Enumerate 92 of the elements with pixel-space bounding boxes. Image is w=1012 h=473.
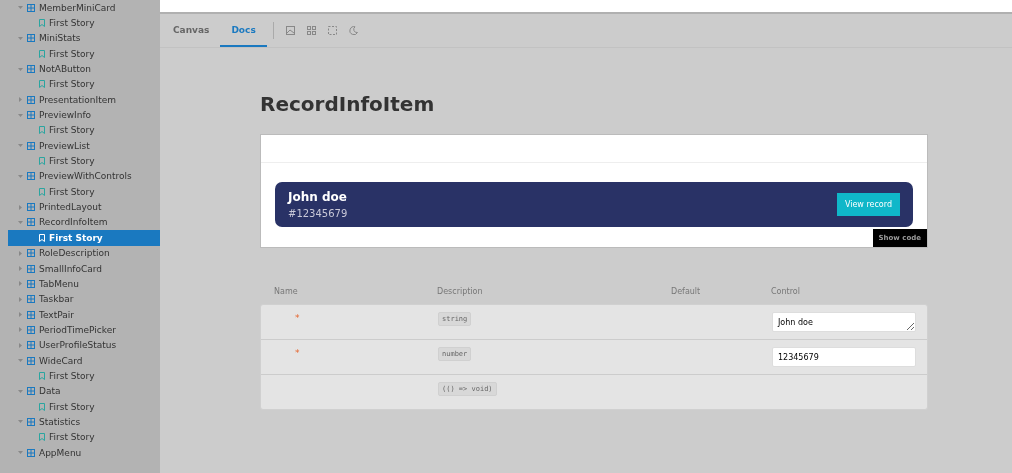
component-icon [27, 448, 35, 457]
story-item[interactable]: First Story [8, 398, 160, 415]
record-number: #12345679 [288, 208, 348, 219]
text-area[interactable]: John doe [772, 312, 916, 332]
tree-item[interactable]: PreviewList [8, 138, 160, 154]
caret-icon [18, 250, 23, 256]
caret-icon [18, 419, 23, 425]
column-header: Name [274, 286, 299, 296]
story-item[interactable]: First Story [8, 122, 160, 139]
tree-item[interactable]: PresentationItem [8, 92, 160, 108]
column-header: Control [771, 286, 801, 296]
component-icon [27, 310, 35, 319]
component-icon [27, 356, 35, 365]
component-icon [27, 95, 35, 104]
tree-item[interactable]: SmallInfoCard [8, 260, 160, 277]
bookmark-icon [39, 49, 45, 58]
story-item[interactable]: First Story [8, 46, 160, 62]
component-icon [27, 279, 35, 288]
caret-icon [18, 5, 23, 11]
caret-icon [18, 266, 23, 271]
required-mark: * [294, 312, 301, 325]
caret-icon [18, 112, 23, 118]
caret-icon [18, 35, 23, 41]
column-header: Description [437, 286, 484, 296]
caret-icon [18, 342, 23, 348]
component-icon [27, 417, 35, 426]
tree-item[interactable]: MiniStats [8, 30, 160, 47]
tree-item[interactable]: NotAButton [8, 61, 160, 77]
tree-item[interactable]: TabMenu [8, 276, 160, 292]
input-field[interactable]: 12345679 [772, 347, 916, 367]
caret-icon [18, 143, 23, 149]
tree-item[interactable]: RecordInfoItem [8, 214, 160, 231]
tree-item[interactable]: PeriodTimePicker [8, 322, 160, 338]
component-icon [27, 141, 35, 150]
story-item[interactable]: First Story [8, 184, 160, 200]
story-item[interactable]: First Story [8, 230, 160, 246]
caret-icon [18, 327, 23, 333]
page-title: RecordInfoItem [260, 92, 436, 116]
caret-icon [18, 281, 23, 287]
tree-item[interactable]: TextPair [8, 306, 160, 323]
tree-item[interactable]: PrintedLayout [8, 199, 160, 215]
bookmark-icon [39, 371, 45, 380]
component-icon [27, 249, 35, 258]
caret-icon [18, 450, 23, 456]
tab[interactable]: Canvas [162, 14, 221, 47]
caret-icon [18, 173, 23, 179]
story-item[interactable]: First Story [8, 76, 160, 93]
tree-item[interactable]: UserProfileStatus [8, 337, 160, 353]
component-icon [27, 387, 35, 396]
component-icon [27, 65, 35, 74]
caret-icon [18, 204, 23, 210]
component-icon [27, 325, 35, 334]
tree-item[interactable]: Statistics [8, 414, 160, 430]
tree-item[interactable]: RoleDescription [8, 245, 160, 261]
bookmark-icon [39, 157, 45, 166]
tree-item[interactable]: PreviewInfo [8, 107, 160, 123]
story-item[interactable]: First Story [8, 429, 160, 445]
column-header: Default [671, 286, 702, 296]
component-icon [27, 264, 35, 273]
caret-icon [18, 296, 23, 302]
record-name: John doe [288, 190, 348, 204]
tree-item[interactable]: Data [8, 383, 160, 399]
tree-item[interactable]: PreviewWithControls [8, 168, 160, 185]
bookmark-icon [39, 80, 45, 89]
story-item[interactable]: First Story [8, 368, 160, 384]
caret-icon [18, 220, 23, 225]
component-icon [27, 172, 35, 181]
component-icon [27, 203, 35, 212]
story-item[interactable]: First Story [8, 15, 160, 31]
bookmark-icon [39, 126, 45, 135]
caret-icon [18, 66, 23, 72]
component-icon [27, 218, 35, 227]
component-icon [27, 341, 35, 350]
bookmark-icon [39, 402, 45, 411]
tree-item[interactable]: WideCard [8, 352, 160, 369]
bookmark-icon [39, 433, 45, 442]
bookmark-icon [39, 187, 45, 196]
component-icon [27, 34, 35, 43]
tree-item[interactable]: MemberMiniCard [8, 0, 160, 16]
tree-item[interactable]: AppMenu [8, 444, 160, 461]
caret-icon [18, 312, 23, 318]
component-icon [27, 295, 35, 304]
caret-icon [18, 97, 23, 103]
required-mark: * [294, 347, 301, 360]
caret-icon [18, 388, 23, 394]
component-icon [27, 111, 35, 120]
caret-icon [18, 358, 23, 364]
bookmark-icon [39, 233, 45, 242]
bookmark-icon [39, 19, 45, 27]
story-item[interactable]: First Story [8, 153, 160, 169]
tree-item[interactable]: Taskbar [8, 291, 160, 307]
component-icon [27, 3, 35, 12]
